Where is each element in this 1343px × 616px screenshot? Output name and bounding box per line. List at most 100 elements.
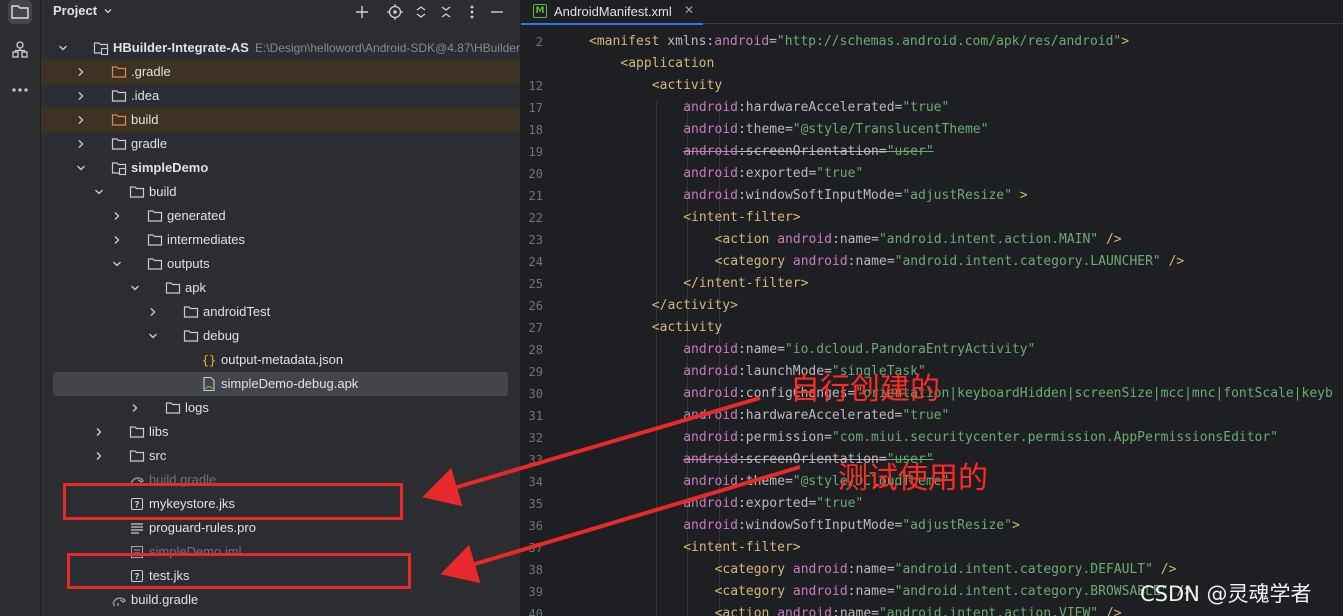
more-tools-icon[interactable] bbox=[8, 78, 32, 102]
project-tool-icon[interactable] bbox=[8, 0, 32, 24]
tree-item[interactable]: src bbox=[41, 444, 520, 468]
code-token: "adjustResize" bbox=[902, 518, 1012, 533]
tree-item[interactable]: apk bbox=[41, 276, 520, 300]
code-token: "io.dcloud.PandoraEntryActivity" bbox=[784, 342, 1036, 357]
module-folder-icon bbox=[93, 40, 109, 56]
folder-icon bbox=[129, 424, 145, 440]
code-token: :hardwareAccelerated bbox=[737, 100, 895, 115]
chevron-right-icon[interactable] bbox=[129, 402, 141, 414]
chevron-right-icon[interactable] bbox=[75, 90, 87, 102]
annotation-label-self-created: 自行创建的 bbox=[790, 372, 940, 407]
code-token: :name bbox=[737, 342, 778, 357]
folder-icon bbox=[111, 88, 127, 104]
chevron-right-icon[interactable] bbox=[111, 234, 123, 246]
chevron-down-icon[interactable] bbox=[93, 186, 105, 198]
expand-all-icon[interactable] bbox=[411, 2, 431, 22]
tree-item-label: build bbox=[149, 184, 177, 199]
tree-item[interactable]: .idea bbox=[41, 84, 520, 108]
chevron-down-icon[interactable] bbox=[147, 330, 159, 342]
tree-item[interactable]: gradle bbox=[41, 132, 520, 156]
code-token: /> bbox=[1098, 232, 1122, 247]
folder-icon bbox=[183, 328, 199, 344]
project-panel-header: Project bbox=[41, 0, 520, 24]
code-token: android bbox=[792, 254, 848, 269]
tree-item[interactable]: simpleDemo bbox=[41, 156, 520, 180]
code-line: 26 </activity> bbox=[521, 295, 1343, 317]
tree-item[interactable]: build bbox=[41, 180, 520, 204]
chevron-right-icon[interactable] bbox=[75, 138, 87, 150]
chevron-right-icon[interactable] bbox=[93, 450, 105, 462]
code-text: <category android:name="android.intent.c… bbox=[715, 559, 1177, 581]
module-folder-icon bbox=[111, 160, 127, 176]
code-line: 36 android:windowSoftInputMode="adjustRes… bbox=[521, 515, 1343, 537]
tree-item[interactable]: androidTest bbox=[41, 300, 520, 324]
chevron-down-icon[interactable] bbox=[57, 42, 69, 54]
code-token: android bbox=[683, 430, 738, 445]
structure-tool-icon[interactable] bbox=[8, 38, 32, 62]
code-token: :hardwareAccelerated bbox=[737, 408, 895, 423]
line-number: 32 bbox=[528, 431, 543, 445]
line-number: 39 bbox=[528, 585, 543, 599]
chevron-down-icon[interactable] bbox=[129, 282, 141, 294]
code-token: android bbox=[714, 34, 770, 49]
collapse-all-icon[interactable] bbox=[436, 2, 456, 22]
tree-item-label: intermediates bbox=[167, 232, 246, 247]
code-token: </intent-filter> bbox=[683, 276, 809, 291]
code-token: :name bbox=[847, 254, 887, 269]
code-token: <category bbox=[714, 254, 793, 269]
code-token: "@style/TranslucentTheme" bbox=[792, 122, 989, 137]
code-token: <category bbox=[714, 562, 793, 577]
line-number: 38 bbox=[528, 563, 543, 577]
folder-icon bbox=[183, 304, 199, 320]
tree-item[interactable]: logs bbox=[41, 396, 520, 420]
code-token: android bbox=[777, 606, 833, 616]
tree-item-label: HBuilder-Integrate-AS bbox=[113, 40, 249, 55]
tree-item[interactable]: build bbox=[41, 108, 520, 132]
project-panel-title[interactable]: Project bbox=[53, 3, 97, 18]
code-line: 20 android:exported="true" bbox=[521, 163, 1343, 185]
code-token: android bbox=[683, 342, 738, 357]
tree-item[interactable]: .gradle bbox=[41, 60, 520, 84]
tab-android-manifest[interactable]: M AndroidManifest.xml ✕ bbox=[521, 0, 703, 25]
code-token: android bbox=[683, 408, 738, 423]
code-token: android bbox=[683, 122, 738, 137]
chevron-right-icon[interactable] bbox=[75, 114, 87, 126]
locate-file-icon[interactable] bbox=[385, 2, 405, 22]
add-icon[interactable] bbox=[352, 2, 372, 22]
code-token: > bbox=[1011, 518, 1020, 533]
options-menu-icon[interactable] bbox=[462, 2, 482, 22]
tree-item[interactable]: simpleDemo-debug.apk bbox=[41, 372, 520, 396]
svg-text:{}: {} bbox=[202, 354, 216, 368]
tree-item[interactable]: outputs bbox=[41, 252, 520, 276]
code-token: :permission bbox=[737, 430, 825, 445]
tree-item[interactable]: {} output-metadata.json bbox=[41, 348, 520, 372]
code-token: "android.intent.category.DEFAULT" bbox=[894, 562, 1153, 577]
code-line: 18 android:theme="@style/TranslucentTheme… bbox=[521, 119, 1343, 141]
chevron-right-icon[interactable] bbox=[147, 306, 159, 318]
code-line: 32 android:permission="com.miui.securityc… bbox=[521, 427, 1343, 449]
code-token: /> bbox=[1160, 254, 1185, 269]
code-text: <intent-filter> bbox=[683, 537, 800, 559]
code-token: android bbox=[683, 518, 738, 533]
tree-item[interactable]: libs bbox=[41, 420, 520, 444]
code-token: "true" bbox=[902, 100, 950, 115]
tree-item[interactable]: debug bbox=[41, 324, 520, 348]
code-text: android:permission="com.miui.securitycen… bbox=[683, 427, 1278, 449]
chevron-down-icon[interactable] bbox=[75, 162, 87, 174]
chevron-right-icon[interactable] bbox=[75, 66, 87, 78]
close-icon[interactable]: ✕ bbox=[684, 3, 694, 17]
code-token: = bbox=[871, 232, 879, 247]
chevron-down-icon[interactable] bbox=[103, 6, 113, 16]
code-token: = bbox=[784, 122, 793, 137]
chevron-right-icon[interactable] bbox=[93, 426, 105, 438]
tree-item[interactable]: build.gradle bbox=[41, 588, 520, 612]
line-number: 37 bbox=[528, 541, 543, 555]
tree-item[interactable]: intermediates bbox=[41, 228, 520, 252]
chevron-down-icon[interactable] bbox=[111, 258, 123, 270]
text-file-icon bbox=[129, 520, 145, 536]
tree-item[interactable]: generated bbox=[41, 204, 520, 228]
chevron-right-icon[interactable] bbox=[111, 210, 123, 222]
tree-item[interactable]: HBuilder-Integrate-AS E:\Design\helloword… bbox=[41, 36, 520, 60]
hide-panel-icon[interactable] bbox=[487, 2, 507, 22]
code-line: 21 android:windowSoftInputMode="adjustRes… bbox=[521, 185, 1343, 207]
